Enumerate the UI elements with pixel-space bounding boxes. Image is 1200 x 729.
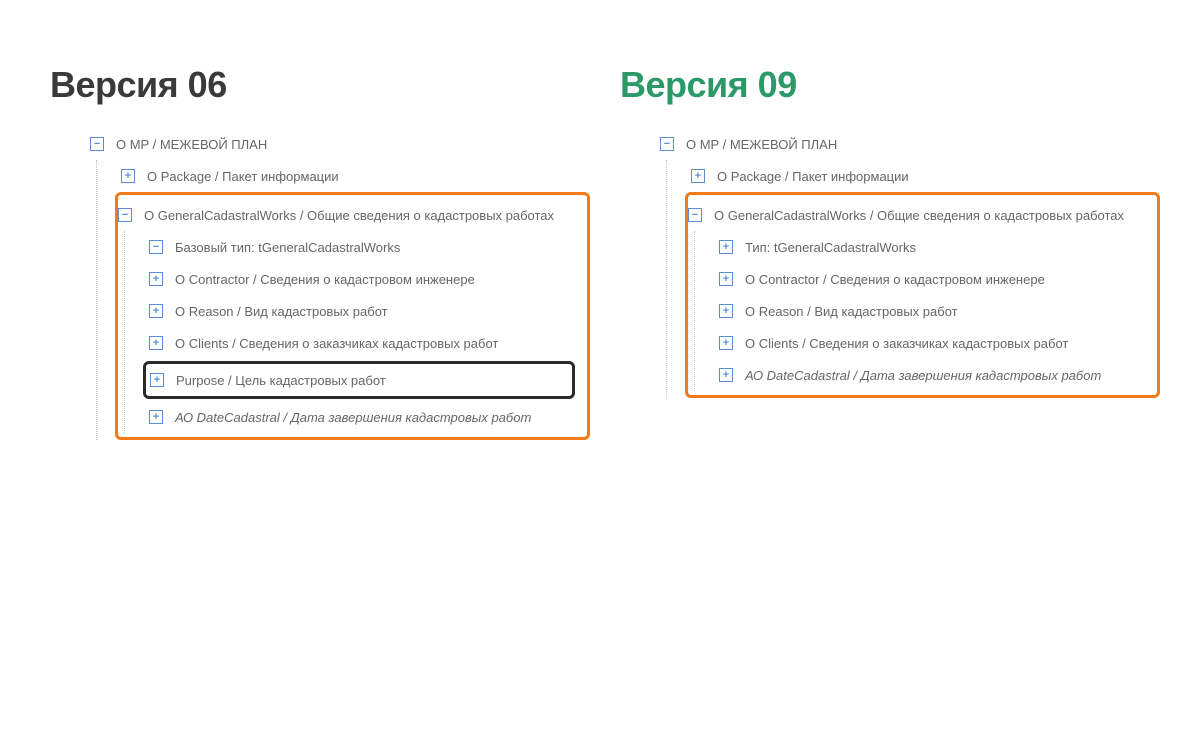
tree-label: О Package / Пакет информации — [147, 169, 339, 184]
root-children: + О Package / Пакет информации − О Gener… — [666, 160, 1160, 398]
expand-icon[interactable]: + — [719, 336, 733, 350]
column-left: Версия 06 − О MP / МЕЖЕВОЙ ПЛАН + О Pack… — [50, 64, 590, 440]
tree-root[interactable]: − О MP / МЕЖЕВОЙ ПЛАН — [660, 128, 1160, 160]
tree-node-reason[interactable]: + О Reason / Вид кадастровых работ — [719, 295, 1151, 327]
tree-node-date[interactable]: + АО DateCadastral / Дата завершения кад… — [719, 359, 1151, 391]
tree-node-purpose[interactable]: + Purpose / Цель кадастровых работ — [150, 364, 568, 396]
tree-root[interactable]: − О MP / МЕЖЕВОЙ ПЛАН — [90, 128, 590, 160]
expand-icon[interactable]: + — [719, 304, 733, 318]
expand-icon[interactable]: + — [121, 169, 135, 183]
tree-node-package[interactable]: + О Package / Пакет информации — [691, 160, 1160, 192]
expand-icon[interactable]: + — [149, 336, 163, 350]
expand-icon[interactable]: + — [719, 368, 733, 382]
tree-node-gcw[interactable]: − О GeneralCadastralWorks / Общие сведен… — [688, 199, 1151, 231]
expand-icon[interactable]: + — [691, 169, 705, 183]
tree-right: − О MP / МЕЖЕВОЙ ПЛАН + О Package / Паке… — [620, 128, 1160, 398]
expand-icon[interactable]: + — [149, 410, 163, 424]
collapse-icon[interactable]: − — [118, 208, 132, 222]
tree-label: О MP / МЕЖЕВОЙ ПЛАН — [686, 137, 837, 152]
expand-icon[interactable]: + — [719, 272, 733, 286]
tree-node-type[interactable]: − Базовый тип: tGeneralCadastralWorks — [149, 231, 581, 263]
highlight-orange-left: − О GeneralCadastralWorks / Общие сведен… — [115, 192, 590, 440]
tree-node-contractor[interactable]: + О Contractor / Сведения о кадастровом … — [149, 263, 581, 295]
tree-node-reason[interactable]: + О Reason / Вид кадастровых работ — [149, 295, 581, 327]
tree-label: О GeneralCadastralWorks / Общие сведения… — [714, 208, 1124, 223]
tree-label: АО DateCadastral / Дата завершения кадас… — [745, 368, 1101, 383]
tree-label: Базовый тип: tGeneralCadastralWorks — [175, 240, 400, 255]
tree-label: О Contractor / Сведения о кадастровом ин… — [745, 272, 1045, 287]
collapse-icon[interactable]: − — [90, 137, 104, 151]
heading-right: Версия 09 — [620, 64, 1160, 106]
tree-label: О Contractor / Сведения о кадастровом ин… — [175, 272, 475, 287]
tree-label: АО DateCadastral / Дата завершения кадас… — [175, 410, 531, 425]
tree-label: О Package / Пакет информации — [717, 169, 909, 184]
tree-left: − О MP / МЕЖЕВОЙ ПЛАН + О Package / Паке… — [50, 128, 590, 440]
tree-label: О Clients / Сведения о заказчиках кадаст… — [175, 336, 498, 351]
highlight-orange-right: − О GeneralCadastralWorks / Общие сведен… — [685, 192, 1160, 398]
tree-label: Purpose / Цель кадастровых работ — [176, 373, 386, 388]
columns: Версия 06 − О MP / МЕЖЕВОЙ ПЛАН + О Pack… — [50, 64, 1150, 440]
collapse-icon[interactable]: − — [149, 240, 163, 254]
tree-label: О Clients / Сведения о заказчиках кадаст… — [745, 336, 1068, 351]
tree-node-date[interactable]: + АО DateCadastral / Дата завершения кад… — [149, 401, 581, 433]
collapse-icon[interactable]: − — [688, 208, 702, 222]
gcw-children: − Базовый тип: tGeneralCadastralWorks + … — [124, 231, 581, 433]
collapse-icon[interactable]: − — [660, 137, 674, 151]
expand-icon[interactable]: + — [149, 304, 163, 318]
expand-icon[interactable]: + — [719, 240, 733, 254]
tree-label: О MP / МЕЖЕВОЙ ПЛАН — [116, 137, 267, 152]
highlight-black-purpose: + Purpose / Цель кадастровых работ — [143, 361, 575, 399]
expand-icon[interactable]: + — [149, 272, 163, 286]
expand-icon[interactable]: + — [150, 373, 164, 387]
tree-label: О Reason / Вид кадастровых работ — [745, 304, 958, 319]
comparison-page: Версия 06 − О MP / МЕЖЕВОЙ ПЛАН + О Pack… — [0, 0, 1200, 729]
tree-node-clients[interactable]: + О Clients / Сведения о заказчиках када… — [719, 327, 1151, 359]
gcw-children: + Тип: tGeneralCadastralWorks + О Contra… — [694, 231, 1151, 391]
tree-node-contractor[interactable]: + О Contractor / Сведения о кадастровом … — [719, 263, 1151, 295]
tree-node-clients[interactable]: + О Clients / Сведения о заказчиках када… — [149, 327, 581, 359]
tree-node-package[interactable]: + О Package / Пакет информации — [121, 160, 590, 192]
tree-node-gcw[interactable]: − О GeneralCadastralWorks / Общие сведен… — [118, 199, 581, 231]
column-right: Версия 09 − О MP / МЕЖЕВОЙ ПЛАН + О Pack… — [620, 64, 1160, 440]
root-children: + О Package / Пакет информации − О Gener… — [96, 160, 590, 440]
tree-label: О GeneralCadastralWorks / Общие сведения… — [144, 208, 554, 223]
tree-label: О Reason / Вид кадастровых работ — [175, 304, 388, 319]
tree-label: Тип: tGeneralCadastralWorks — [745, 240, 916, 255]
heading-left: Версия 06 — [50, 64, 590, 106]
tree-node-type[interactable]: + Тип: tGeneralCadastralWorks — [719, 231, 1151, 263]
